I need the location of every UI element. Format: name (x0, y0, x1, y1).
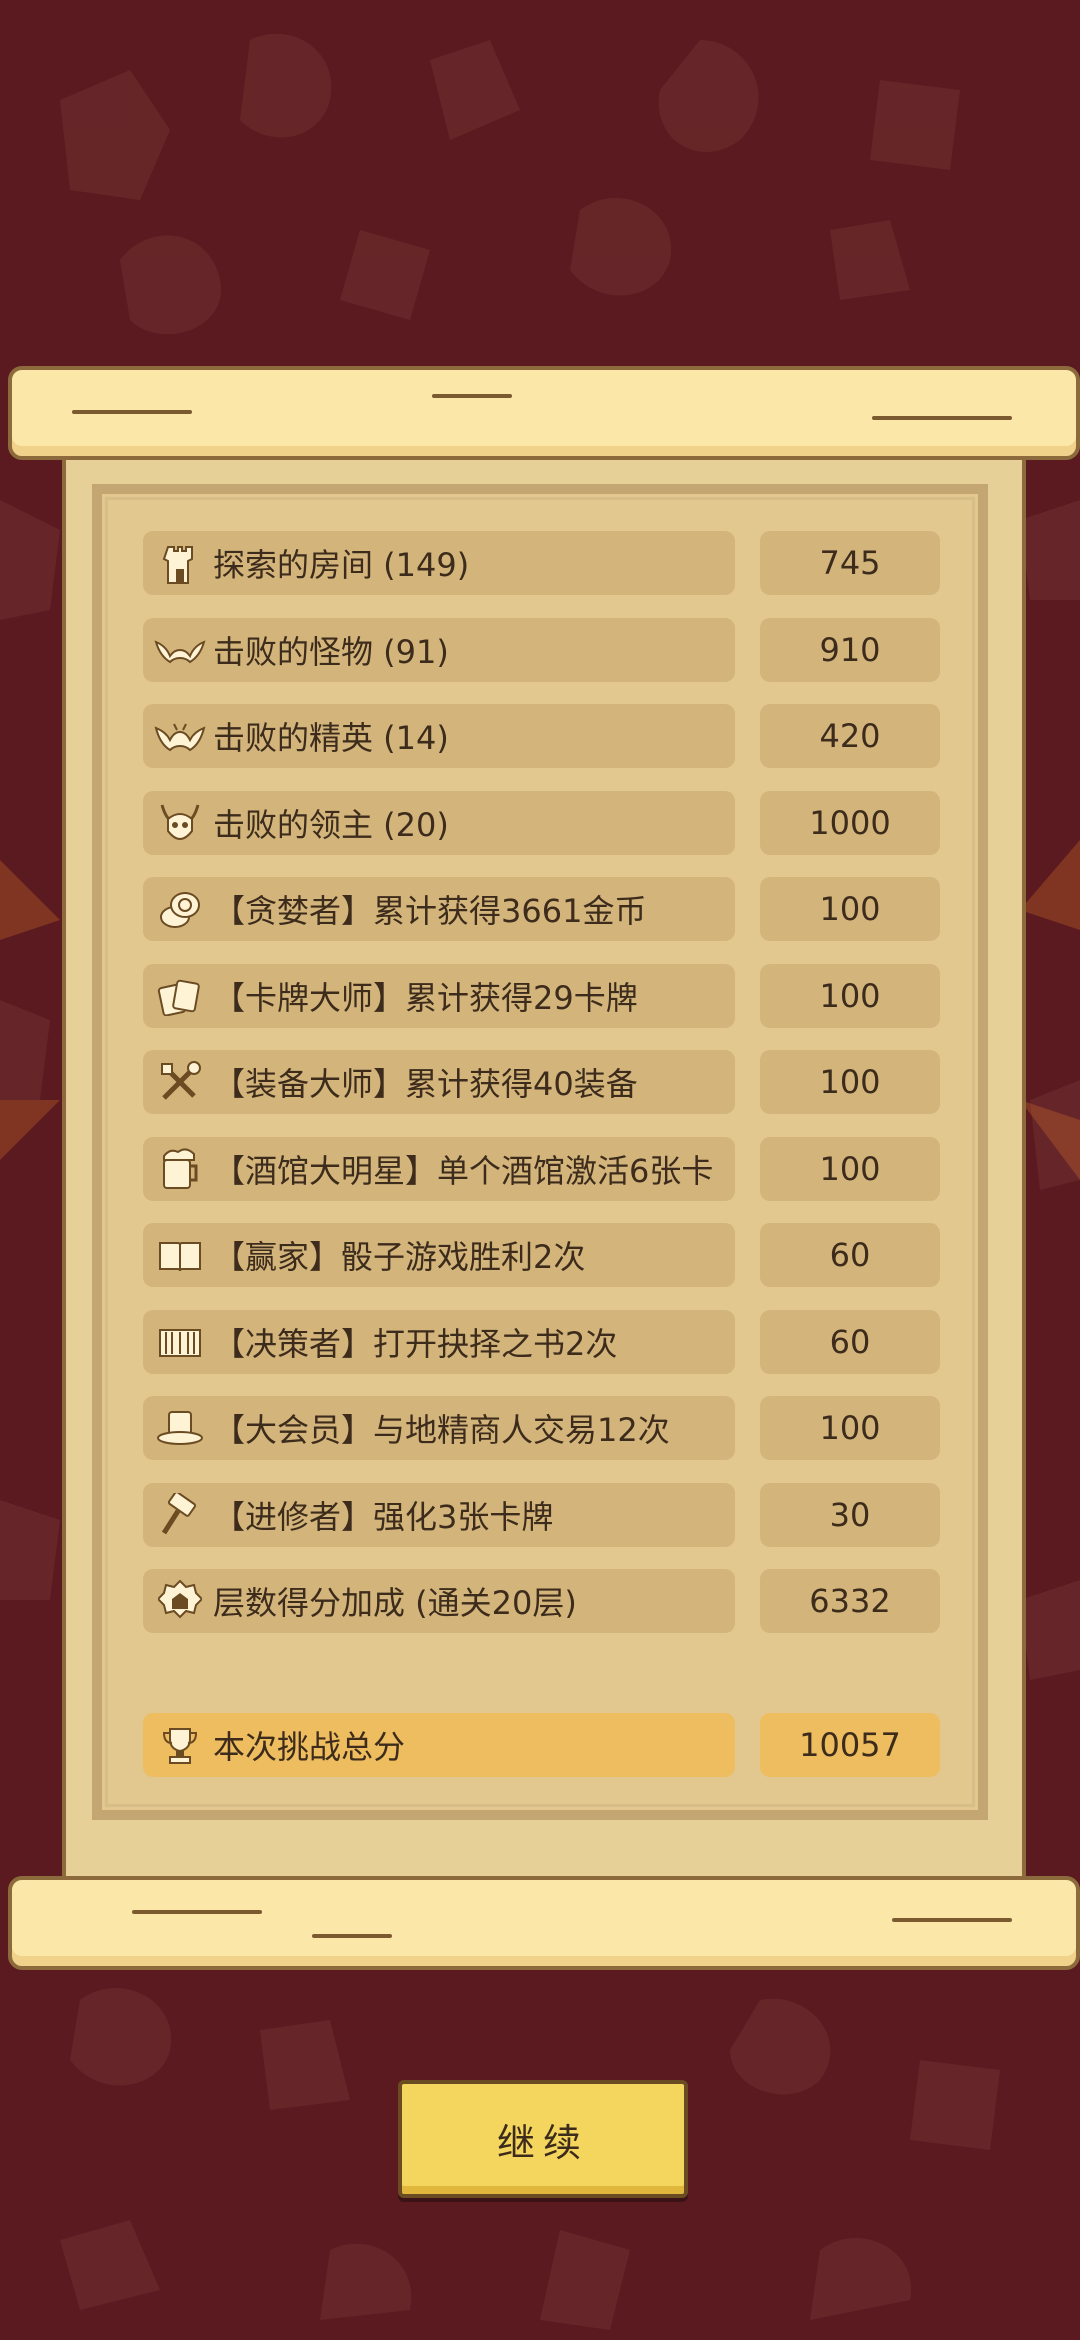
score-row-label: 击败的怪物 (91) (213, 632, 449, 671)
playing-cards-icon (153, 969, 207, 1023)
score-row-label: 【贪婪者】累计获得3661金币 (213, 892, 647, 930)
score-row-label: 【大会员】与地精商人交易12次 (213, 1411, 670, 1449)
trophy-icon (153, 1718, 207, 1772)
score-row-label: 击败的精英 (14) (213, 719, 449, 757)
top-hat-icon (153, 1401, 207, 1455)
score-row: 击败的怪物 (91) (143, 617, 735, 682)
score-row: 层数得分加成 (通关20层) (143, 1569, 735, 1633)
score-row-label: 击败的领主 (20) (213, 805, 449, 844)
score-row: 【装备大师】累计获得40装备 (143, 1050, 735, 1114)
score-row-value: 60 (760, 1223, 940, 1287)
score-row: 【大会员】与地精商人交易12次 (143, 1396, 735, 1460)
score-row: 【卡牌大师】累计获得29卡牌 (143, 963, 735, 1028)
crossed-weapons-icon (153, 1055, 207, 1109)
score-row-value: 6332 (760, 1569, 940, 1633)
score-row-value: 100 (760, 1136, 940, 1201)
score-row-value: 910 (760, 617, 940, 682)
continue-button[interactable]: 继续 (398, 2080, 688, 2198)
score-row-label: 【决策者】打开抉择之书2次 (213, 1324, 618, 1363)
score-row-label: 【赢家】骰子游戏胜利2次 (213, 1238, 586, 1276)
score-row-label: 【装备大师】累计获得40装备 (213, 1065, 638, 1103)
score-row-value: 100 (760, 1050, 940, 1114)
score-row-value: 60 (760, 1309, 940, 1374)
castle-tower-icon (153, 536, 207, 590)
score-row-label: 【酒馆大明星】单个酒馆激活6张卡 (213, 1151, 714, 1190)
score-row-value: 420 (760, 704, 940, 768)
score-row: 【进修者】强化3张卡牌 (143, 1482, 735, 1547)
score-row: 【酒馆大明星】单个酒馆激活6张卡 (143, 1136, 735, 1201)
gold-coins-icon (153, 882, 207, 936)
score-row-label: 探索的房间 (149) (213, 546, 470, 584)
score-row-value: 30 (760, 1482, 940, 1547)
score-row-label: 层数得分加成 (通关20层) (213, 1584, 577, 1622)
horned-skull-icon (153, 796, 207, 850)
demon-bat-icon (153, 709, 207, 763)
scroll-top-roll (8, 366, 1080, 460)
score-row-value: 1000 (760, 790, 940, 855)
score-row: 击败的精英 (14) (143, 704, 735, 768)
score-row: 【贪婪者】累计获得3661金币 (143, 877, 735, 941)
total-score-row: 本次挑战总分 (143, 1713, 735, 1777)
score-row: 击败的领主 (20) (143, 790, 735, 855)
score-row: 【赢家】骰子游戏胜利2次 (143, 1223, 735, 1287)
score-row-value: 100 (760, 1396, 940, 1460)
beer-mug-icon (153, 1142, 207, 1196)
hammer-icon (153, 1488, 207, 1542)
total-score-value: 10057 (760, 1713, 940, 1777)
open-book-icon (153, 1228, 207, 1282)
score-row-label: 【进修者】强化3张卡牌 (213, 1497, 554, 1536)
score-row-value: 100 (760, 877, 940, 941)
score-row-value: 100 (760, 963, 940, 1028)
bat-icon (153, 623, 207, 677)
scroll-bottom-roll (8, 1876, 1080, 1970)
total-score-label: 本次挑战总分 (213, 1728, 406, 1766)
floor-badge-icon (153, 1574, 207, 1628)
score-row-label: 【卡牌大师】累计获得29卡牌 (213, 978, 638, 1017)
score-row: 【决策者】打开抉择之书2次 (143, 1309, 735, 1374)
book-of-choices-icon (153, 1315, 207, 1369)
score-row-value: 745 (760, 531, 940, 595)
score-row: 探索的房间 (149) (143, 531, 735, 595)
